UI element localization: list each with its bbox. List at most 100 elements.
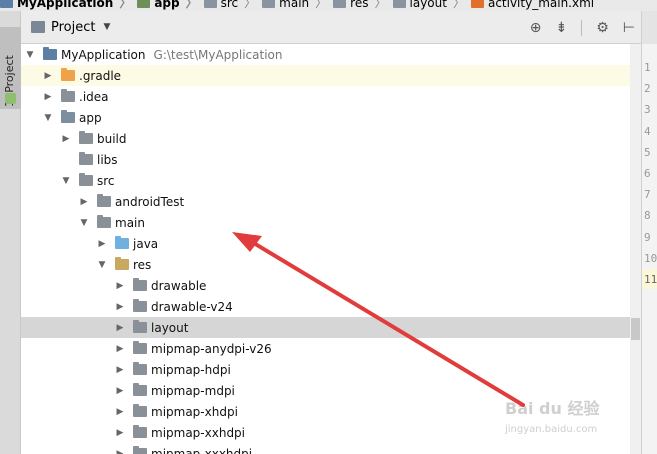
breadcrumb-item[interactable]: app 〉 (137, 0, 198, 11)
tree-item-mipmap-anydpi-v26[interactable]: ▶ mipmap-anydpi-v26 (21, 338, 641, 359)
chevron-right-icon[interactable]: ▶ (115, 365, 125, 375)
tree-item-layout[interactable]: ▶ layout (21, 317, 641, 338)
folder-icon (133, 320, 147, 333)
chevron-right-icon[interactable]: ▶ (79, 197, 89, 207)
project-view-selector[interactable]: Project (51, 20, 95, 35)
tree-item-label: mipmap-xxhdpi (151, 425, 246, 440)
chevron-right-icon[interactable]: ▶ (115, 344, 125, 354)
folder-icon (133, 446, 147, 454)
chevron-down-icon[interactable]: ▼ (61, 176, 71, 186)
chevron-right-icon[interactable]: ▶ (43, 71, 53, 81)
chevron-right-icon[interactable]: ▶ (115, 449, 125, 454)
tree-item-androidtest[interactable]: ▶ androidTest (21, 191, 641, 212)
tree-item-res[interactable]: ▼ res (21, 254, 641, 275)
breadcrumb-items: MyApplication 〉 app 〉 src 〉 main 〉 res 〉 layout 〉 ac… (0, 0, 600, 11)
chevron-right-icon[interactable]: ▶ (115, 281, 125, 291)
project-path: G:\test\MyApplication (153, 47, 283, 62)
folder-icon (262, 0, 276, 8)
tree-item-label: mipmap-xxxhdpi (151, 446, 253, 454)
breadcrumb-separator-icon: 〉 (374, 0, 387, 10)
chevron-down-icon[interactable]: ▼ (97, 260, 107, 270)
breadcrumb-item-label: activity_main.xml (487, 0, 595, 10)
scrollbar-thumb[interactable] (631, 318, 640, 340)
folder-icon (79, 131, 93, 144)
resource-folder-icon (115, 257, 129, 270)
collapse-icon[interactable]: ⇟ (556, 20, 568, 36)
folder-icon (133, 425, 147, 438)
toolbar-divider (581, 19, 583, 36)
tree-item-label: mipmap-anydpi-v26 (151, 341, 272, 356)
tree-item-main[interactable]: ▼ main (21, 212, 641, 233)
module-icon (137, 0, 151, 8)
project-panel-header: Project ▼ ⊕ ⇟ ⚙ ⊢ (21, 11, 641, 44)
tree-item-label: build (97, 131, 127, 146)
gear-icon[interactable]: ⚙ (596, 20, 609, 36)
tree-item-libs[interactable]: libs (21, 149, 641, 170)
tree-item-build[interactable]: ▶ build (21, 128, 641, 149)
navigation-breadcrumb: MyApplication 〉 app 〉 src 〉 main 〉 res 〉 layout 〉 ac… (0, 0, 657, 11)
tree-item-src[interactable]: ▼ src (21, 170, 641, 191)
chevron-down-icon[interactable]: ▼ (103, 22, 110, 32)
breadcrumb-item[interactable]: layout 〉 (392, 0, 465, 11)
breadcrumb-item-label: res (350, 0, 369, 10)
tree-item-mipmap-xxxhdpi[interactable]: ▶ mipmap-xxxhdpi (21, 443, 641, 454)
chevron-down-icon[interactable]: ▼ (25, 50, 35, 60)
breadcrumb-item[interactable]: src 〉 (203, 0, 256, 11)
tree-item-myapplication[interactable]: ▼ MyApplication G:\test\MyApplication (21, 44, 641, 65)
baidu-watermark: Bai du 经验 (505, 399, 600, 418)
line-number: 2 (644, 82, 651, 96)
locate-icon[interactable]: ⊕ (530, 20, 542, 36)
folder-icon (97, 215, 111, 228)
line-number: 7 (644, 188, 651, 202)
breadcrumb-separator-icon: 〉 (119, 0, 132, 10)
line-number: 3 (644, 103, 651, 117)
tree-item-app[interactable]: ▼ app (21, 107, 641, 128)
tree-item-idea[interactable]: ▶ .idea (21, 86, 641, 107)
breadcrumb-item[interactable]: main 〉 (262, 0, 327, 11)
panel-toolbar: ⊕ ⇟ ⚙ ⊢ (530, 11, 635, 44)
line-number: 8 (644, 209, 651, 223)
breadcrumb-item-label: src (220, 0, 239, 10)
breadcrumb-separator-icon: 〉 (452, 0, 465, 10)
tree-item-gradle[interactable]: ▶ .gradle (21, 65, 641, 86)
folder-icon (61, 68, 75, 81)
tree-item-label: java (133, 236, 159, 251)
tree-scrollbar[interactable] (630, 44, 641, 454)
tree-no-toggle (61, 155, 71, 165)
folder-icon (203, 0, 217, 8)
chevron-right-icon[interactable]: ▶ (61, 134, 71, 144)
chevron-right-icon[interactable]: ▶ (115, 407, 125, 417)
tree-item-label: drawable-v24 (151, 299, 233, 314)
chevron-right-icon[interactable]: ▶ (43, 92, 53, 102)
line-number: 10 (644, 251, 657, 265)
chevron-right-icon[interactable]: ▶ (115, 428, 125, 438)
tree-item-drawable-v24[interactable]: ▶ drawable-v24 (21, 296, 641, 317)
chevron-down-icon[interactable]: ▼ (43, 113, 53, 123)
breadcrumb-item-label: main (279, 0, 310, 10)
line-number: 1 (644, 61, 651, 74)
tree-item-mipmap-hdpi[interactable]: ▶ mipmap-hdpi (21, 359, 641, 380)
chevron-right-icon[interactable]: ▶ (115, 386, 125, 396)
folder-icon (133, 404, 147, 417)
line-number: 4 (644, 124, 651, 138)
chevron-down-icon[interactable]: ▼ (79, 218, 89, 228)
hide-icon[interactable]: ⊢ (623, 20, 635, 36)
tree-item-java[interactable]: ▶ java (21, 233, 641, 254)
project-icon (0, 0, 13, 8)
folder-icon (333, 0, 347, 8)
breadcrumb-item[interactable]: res 〉 (333, 0, 387, 11)
tree-item-label: src (97, 173, 115, 188)
line-number: 5 (644, 145, 651, 159)
tree-item-label: layout (151, 320, 189, 335)
folder-icon (133, 341, 147, 354)
breadcrumb-item[interactable]: activity_main.xml (470, 0, 595, 10)
tree-item-drawable[interactable]: ▶ drawable (21, 275, 641, 296)
chevron-right-icon[interactable]: ▶ (115, 302, 125, 312)
tree-item-label: mipmap-hdpi (151, 362, 231, 377)
breadcrumb-item[interactable]: MyApplication 〉 (0, 0, 131, 11)
folder-icon (133, 299, 147, 312)
chevron-right-icon[interactable]: ▶ (115, 323, 125, 333)
chevron-right-icon[interactable]: ▶ (97, 239, 107, 249)
line-number: 9 (644, 230, 651, 244)
line-number: 6 (644, 167, 651, 180)
